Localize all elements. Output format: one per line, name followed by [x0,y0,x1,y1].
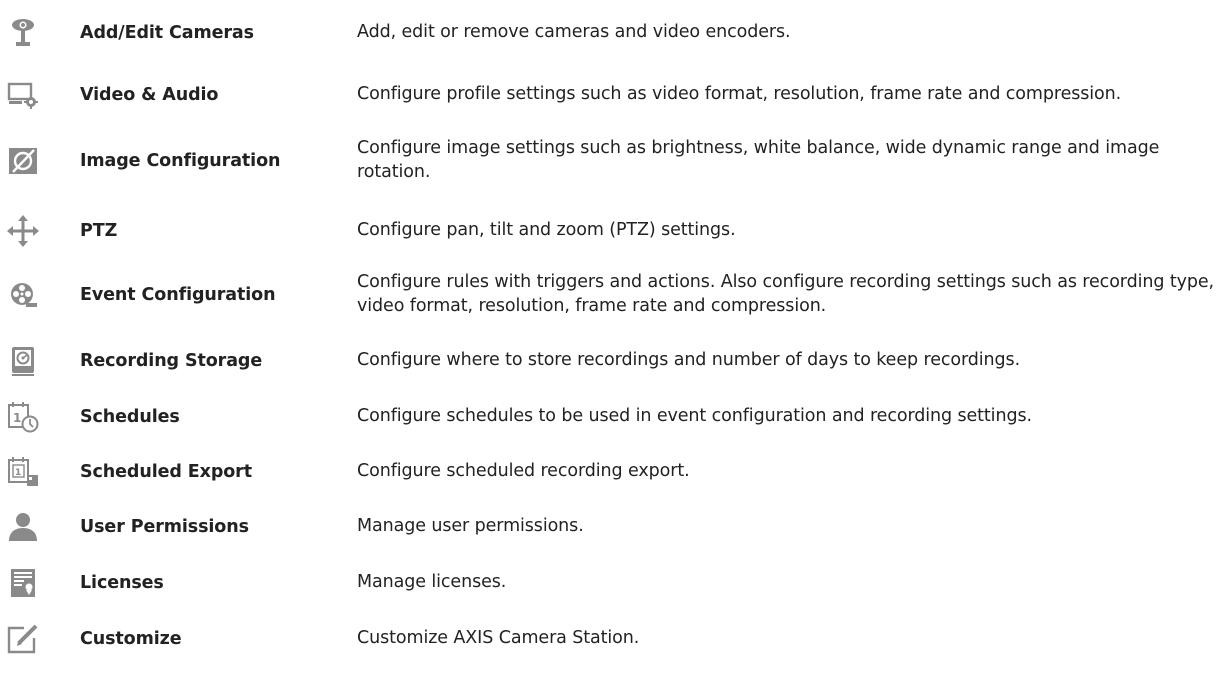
item-name: Licenses [80,573,164,593]
item-description: Configure schedules to be used in event … [357,406,1032,426]
menu-item-licenses[interactable]: Licenses Manage licenses. [0,564,1232,604]
item-description: Configure where to store recordings and … [357,350,1021,370]
item-name: Recording Storage [80,351,263,371]
item-name: Video & Audio [80,85,219,105]
camera-icon [6,16,40,50]
item-description: Add, edit or remove cameras and video en… [357,22,791,42]
ptz-arrows-icon [6,214,40,248]
calendar-export-icon: 1 [6,455,40,489]
item-name: Scheduled Export [80,462,252,482]
item-description: Configure scheduled recording export. [357,461,690,481]
item-description: Configure image settings such as brightn… [357,138,1160,182]
item-name: User Permissions [80,517,249,537]
item-description: Configure pan, tilt and zoom (PTZ) setti… [357,220,736,240]
svg-text:1: 1 [15,468,21,478]
menu-item-image-configuration[interactable]: Image Configuration Configure image sett… [0,134,1232,190]
menu-item-scheduled-export[interactable]: 1 Scheduled Export Configure scheduled r… [0,453,1232,493]
menu-item-recording-storage[interactable]: Recording Storage Configure where to sto… [0,342,1232,382]
menu-item-user-permissions[interactable]: User Permissions Manage user permissions… [0,508,1232,548]
item-description: Manage licenses. [357,572,507,592]
item-name: Image Configuration [80,151,281,171]
image-icon [6,144,40,178]
item-description: Customize AXIS Camera Station. [357,628,640,648]
item-description: Configure rules with triggers and action… [357,272,1214,316]
user-icon [6,510,40,544]
calendar-clock-icon: 1 [6,400,40,434]
menu-item-schedules[interactable]: 1 Schedules Configure schedules to be us… [0,398,1232,438]
item-name: Add/Edit Cameras [80,23,254,43]
item-name: Event Configuration [80,285,276,305]
svg-text:1: 1 [13,411,21,425]
customize-pencil-icon [6,622,40,656]
storage-disk-icon [6,344,40,378]
menu-item-add-edit-cameras[interactable]: Add/Edit Cameras Add, edit or remove cam… [0,14,1232,54]
menu-item-video-audio[interactable]: Video & Audio Configure profile settings… [0,76,1232,116]
monitor-gear-icon [6,78,40,112]
item-description: Configure profile settings such as video… [357,84,1122,104]
item-name: Customize [80,629,182,649]
license-certificate-icon [6,566,40,600]
item-description: Manage user permissions. [357,516,584,536]
film-reel-icon [6,278,40,312]
item-name: PTZ [80,221,118,241]
menu-item-event-configuration[interactable]: Event Configuration Configure rules with… [0,268,1232,324]
menu-item-customize[interactable]: Customize Customize AXIS Camera Station. [0,620,1232,660]
menu-item-ptz[interactable]: PTZ Configure pan, tilt and zoom (PTZ) s… [0,212,1232,252]
item-name: Schedules [80,407,180,427]
